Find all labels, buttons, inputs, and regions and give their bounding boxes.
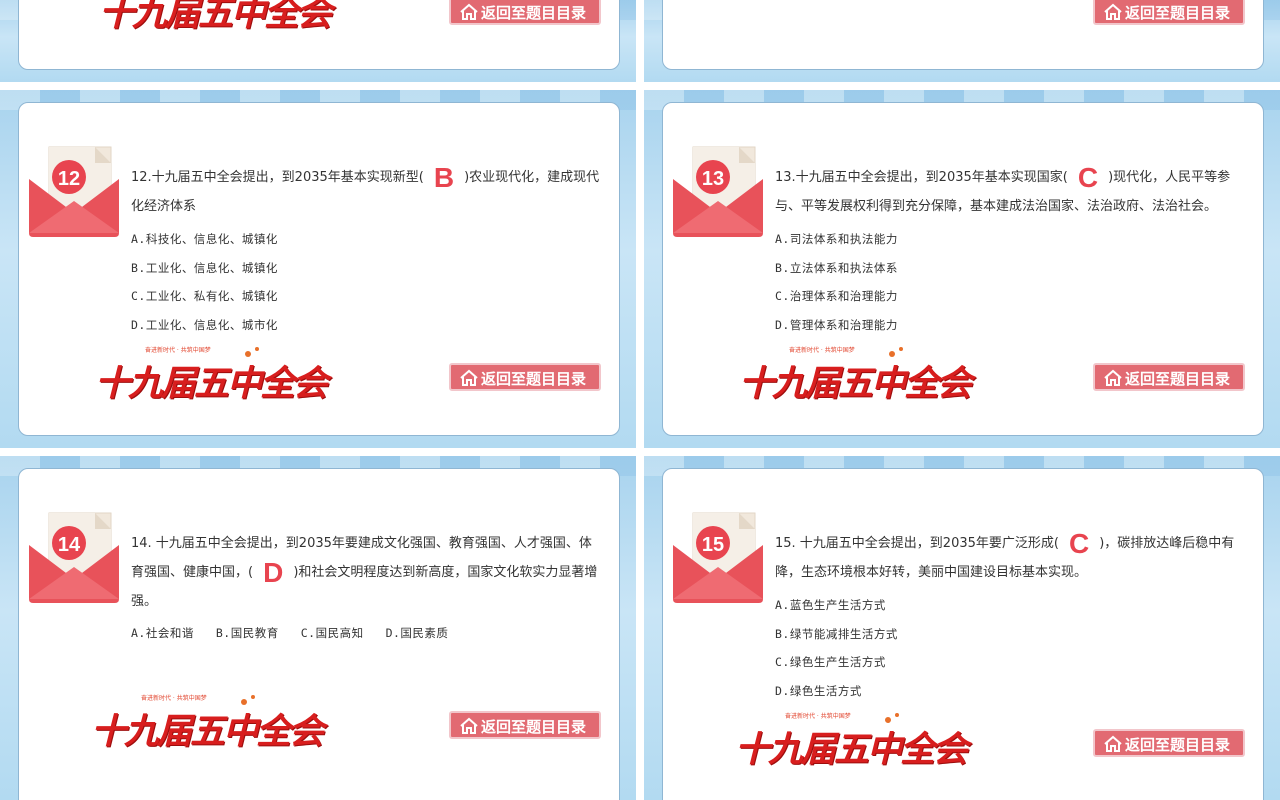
logo-splash bbox=[241, 699, 247, 705]
back-to-directory-button[interactable]: 返回至题目目录 bbox=[1093, 363, 1245, 391]
logo-splash bbox=[245, 351, 251, 357]
option-item: C.工业化、私有化、城镇化 bbox=[131, 289, 278, 304]
question-text: 12.十九届五中全会提出，到2035年基本实现新型(B)农业现代化，建成现代化经… bbox=[131, 163, 603, 221]
home-icon bbox=[460, 717, 478, 734]
slide-card: 十九届五中全会 返回至题目目录 bbox=[18, 0, 620, 70]
question-number: 14 bbox=[58, 534, 81, 556]
back-to-directory-button[interactable]: 返回至题目目录 bbox=[1093, 0, 1245, 25]
slide-card: 14 14. 十九届五中全会提出，到2035年要建成文化强国、教育强国、人才强国… bbox=[18, 468, 620, 800]
logo-slogan: 奋进新时代 · 共筑中国梦 bbox=[789, 347, 855, 354]
back-to-directory-button[interactable]: 返回至题目目录 bbox=[449, 363, 601, 391]
slide-card: 12 12.十九届五中全会提出，到2035年基本实现新型(B)农业现代化，建成现… bbox=[18, 102, 620, 436]
option-list: A.司法体系和执法能力 B.立法体系和执法体系 C.治理体系和治理能力 D.管理体系和… bbox=[775, 225, 1245, 340]
logo-slogan: 奋进新时代 · 共筑中国梦 bbox=[145, 347, 211, 354]
logo-splash bbox=[255, 347, 259, 351]
question-text-before: 12.十九届五中全会提出，到2035年基本实现新型( bbox=[131, 170, 424, 185]
logo: 奋进新时代 · 共筑中国梦 十九届五中全会 bbox=[91, 691, 324, 757]
envelope-icon: 12 bbox=[29, 145, 119, 237]
slide-previous-right: 返回至题目目录 bbox=[644, 0, 1280, 82]
answer-letter: C bbox=[1068, 528, 1090, 559]
envelope-icon: 15 bbox=[673, 511, 763, 603]
question-text: 13.十九届五中全会提出，到2035年基本实现国家(C)现代化，人民平等参与、平… bbox=[775, 163, 1247, 221]
home-icon bbox=[460, 3, 478, 20]
logo-brand: 十九届五中全会 bbox=[95, 363, 328, 404]
back-to-directory-button[interactable]: 返回至题目目录 bbox=[1093, 729, 1245, 757]
back-button-label: 返回至题目目录 bbox=[481, 4, 587, 22]
logo-brand: 十九届五中全会 bbox=[739, 363, 972, 404]
option-item: D.国民素质 bbox=[385, 626, 449, 640]
option-item: A.科技化、信息化、城镇化 bbox=[131, 232, 278, 246]
question-slide-15: 15 15. 十九届五中全会提出，到2035年要广泛形成(C)，碳排放达峰后稳中… bbox=[644, 456, 1280, 800]
option-list: A.社会和谐 B.国民教育 C.国民高知 D.国民素质 bbox=[131, 619, 601, 648]
logo-brand: 十九届五中全会 bbox=[91, 711, 324, 752]
back-button-label: 返回至题目目录 bbox=[481, 370, 587, 388]
logo-splash bbox=[895, 713, 899, 717]
logo-splash bbox=[885, 717, 891, 723]
back-button-label: 返回至题目目录 bbox=[1125, 736, 1231, 754]
option-item: B.工业化、信息化、城镇化 bbox=[131, 260, 278, 275]
answer-letter: C bbox=[1077, 162, 1099, 193]
logo: 奋进新时代 · 共筑中国梦 十九届五中全会 bbox=[95, 343, 328, 409]
option-item: C.绿色生产生活方式 bbox=[775, 655, 886, 670]
option-item: D.绿色生活方式 bbox=[775, 684, 862, 699]
option-item: A.蓝色生产生活方式 bbox=[775, 598, 886, 612]
logo-slogan: 奋进新时代 · 共筑中国梦 bbox=[785, 713, 851, 720]
back-button-label: 返回至题目目录 bbox=[1125, 370, 1231, 388]
option-item: B.立法体系和执法体系 bbox=[775, 260, 898, 275]
question-number: 12 bbox=[58, 168, 80, 190]
logo-splash bbox=[899, 347, 903, 351]
back-button-label: 返回至题目目录 bbox=[481, 718, 587, 736]
logo-splash bbox=[889, 351, 895, 357]
question-number: 13 bbox=[702, 168, 724, 190]
logo: 奋进新时代 · 共筑中国梦 十九届五中全会 bbox=[739, 343, 972, 409]
question-slide-13: 13 13.十九届五中全会提出，到2035年基本实现国家(C)现代化，人民平等参… bbox=[644, 90, 1280, 448]
option-list: A.蓝色生产生活方式 B.绿节能减排生活方式 C.绿色生产生活方式 D.绿色生活方式 bbox=[775, 591, 1245, 706]
home-icon bbox=[1104, 735, 1122, 752]
option-item: B.国民教育 bbox=[215, 626, 279, 640]
option-list: A.科技化、信息化、城镇化 B.工业化、信息化、城镇化 C.工业化、私有化、城镇化 D… bbox=[131, 225, 601, 340]
question-slide-14: 14 14. 十九届五中全会提出，到2035年要建成文化强国、教育强国、人才强国… bbox=[0, 456, 636, 800]
question-number: 15 bbox=[702, 534, 724, 556]
home-icon bbox=[460, 369, 478, 386]
logo: 奋进新时代 · 共筑中国梦 十九届五中全会 bbox=[735, 709, 968, 775]
answer-letter: D bbox=[263, 557, 284, 588]
logo-slogan: 奋进新时代 · 共筑中国梦 bbox=[141, 695, 207, 702]
logo-brand: 十九届五中全会 bbox=[99, 0, 332, 34]
answer-letter: B bbox=[433, 162, 455, 193]
question-text-before: 15. 十九届五中全会提出，到2035年要广泛形成( bbox=[775, 536, 1059, 551]
back-button-label: 返回至题目目录 bbox=[1125, 4, 1231, 22]
option-item: D.工业化、信息化、城市化 bbox=[131, 318, 278, 333]
option-item: A.司法体系和执法能力 bbox=[775, 232, 898, 246]
logo-splash bbox=[251, 695, 255, 699]
logo-brand: 十九届五中全会 bbox=[735, 729, 968, 770]
slide-card: 13 13.十九届五中全会提出，到2035年基本实现国家(C)现代化，人民平等参… bbox=[662, 102, 1264, 436]
question-text: 15. 十九届五中全会提出，到2035年要广泛形成(C)，碳排放达峰后稳中有降，… bbox=[775, 529, 1247, 587]
option-item: C.治理体系和治理能力 bbox=[775, 289, 898, 304]
option-item: A.社会和谐 bbox=[131, 626, 194, 640]
back-to-directory-button[interactable]: 返回至题目目录 bbox=[449, 711, 601, 739]
question-text: 14. 十九届五中全会提出，到2035年要建成文化强国、教育强国、人才强国、体育… bbox=[131, 529, 603, 616]
option-item: D.管理体系和治理能力 bbox=[775, 318, 898, 333]
back-to-directory-button[interactable]: 返回至题目目录 bbox=[449, 0, 601, 25]
question-text-before: 13.十九届五中全会提出，到2035年基本实现国家( bbox=[775, 170, 1068, 185]
question-slide-12: 12 12.十九届五中全会提出，到2035年基本实现新型(B)农业现代化，建成现… bbox=[0, 90, 636, 448]
slide-card: 15 15. 十九届五中全会提出，到2035年要广泛形成(C)，碳排放达峰后稳中… bbox=[662, 468, 1264, 800]
home-icon bbox=[1104, 3, 1122, 20]
slide-previous-left: 十九届五中全会 返回至题目目录 bbox=[0, 0, 636, 82]
slide-card: 返回至题目目录 bbox=[662, 0, 1264, 70]
home-icon bbox=[1104, 369, 1122, 386]
option-item: C.国民高知 bbox=[300, 626, 364, 640]
envelope-icon: 13 bbox=[673, 145, 763, 237]
envelope-icon: 14 bbox=[29, 511, 119, 603]
logo: 十九届五中全会 bbox=[99, 0, 332, 39]
option-item: B.绿节能减排生活方式 bbox=[775, 626, 898, 641]
